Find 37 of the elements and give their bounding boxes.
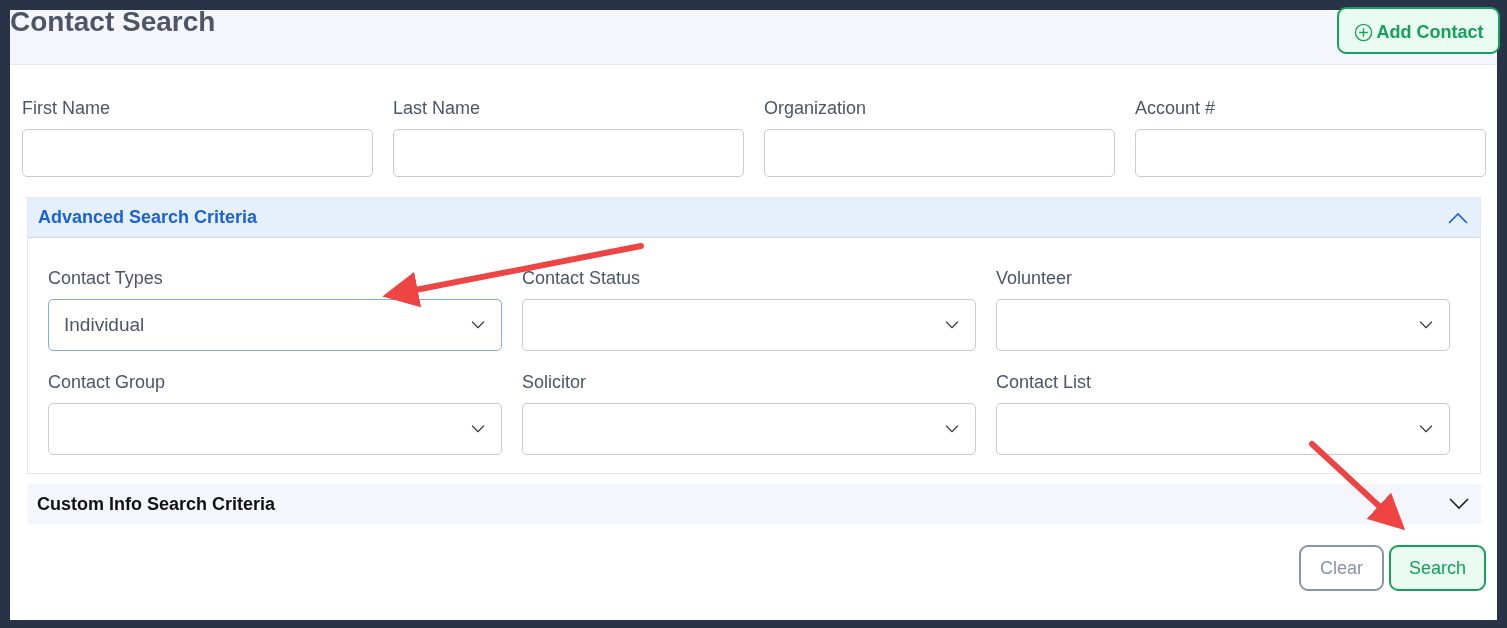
field-label: Contact Status [522,268,642,289]
chevron-down-icon [1419,425,1433,433]
clear-button[interactable]: Clear [1299,545,1384,591]
dropdown-select[interactable] [996,299,1450,351]
field-label: First Name [22,98,111,119]
section-title: Custom Info Search Criteria [37,493,277,515]
dropdown-select[interactable] [522,403,976,455]
section-header[interactable]: Advanced Search Criteria [28,198,1480,238]
page-title: Contact Search [10,8,216,36]
chevron-down-icon [945,321,959,329]
text-input[interactable] [393,129,744,177]
field-label: Contact Group [48,372,167,393]
field-label: Volunteer [996,268,1074,289]
text-input[interactable] [1135,129,1486,177]
text-input[interactable] [764,129,1115,177]
search-button[interactable]: Search [1389,545,1486,591]
dropdown-select[interactable]: Individual [48,299,502,351]
section-header[interactable]: Custom Info Search Criteria [27,484,1481,524]
field-label: Account # [1135,98,1217,119]
chevron-down-icon [945,425,959,433]
field-label: Last Name [393,98,482,119]
text-input[interactable] [22,129,373,177]
chevron-up-icon [1448,211,1468,224]
dropdown-select[interactable] [48,403,502,455]
plus-circle-icon [1353,23,1373,42]
section-title: Advanced Search Criteria [38,207,259,228]
chevron-down-icon [1449,498,1469,510]
chevron-down-icon [471,321,485,329]
dropdown-select[interactable] [996,403,1450,455]
add-contact-button[interactable]: Add Contact [1337,7,1500,54]
field-label: Organization [764,98,868,119]
field-label: Contact Types [48,268,164,289]
chevron-down-icon [1419,321,1433,329]
field-label: Contact List [996,372,1093,393]
chevron-down-icon [471,425,485,433]
field-label: Solicitor [522,372,588,393]
dropdown-select[interactable] [522,299,976,351]
